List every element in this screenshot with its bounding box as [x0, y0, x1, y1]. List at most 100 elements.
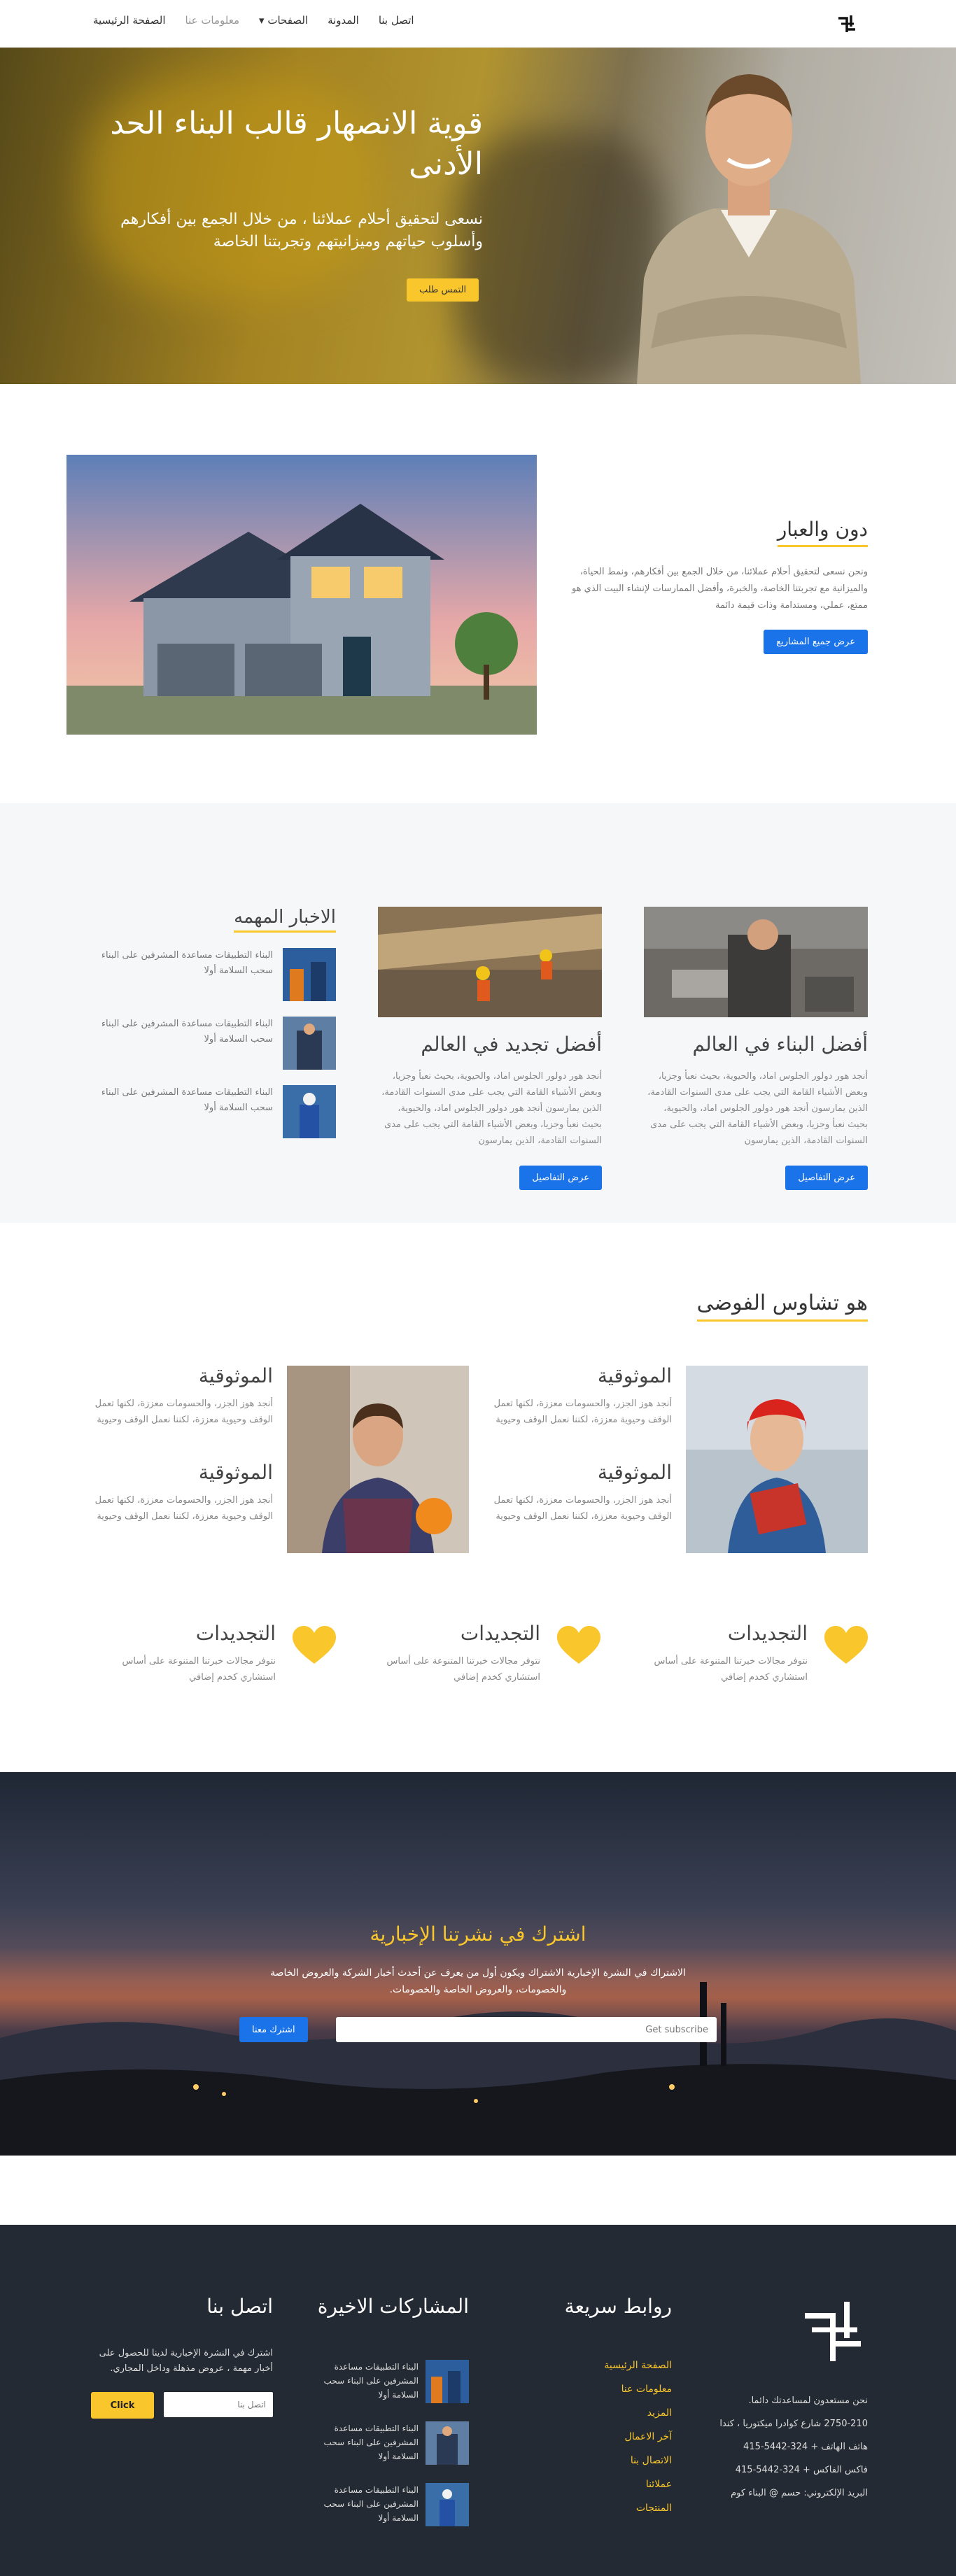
footer-contact-title: اتصل بنا — [206, 2295, 273, 2318]
heart-icon — [824, 1626, 868, 1664]
footer-click-button[interactable]: Click — [91, 2392, 154, 2419]
nav-blog[interactable]: المدونة — [328, 14, 359, 27]
recent-post-thumbnail — [426, 2360, 469, 2403]
quick-link[interactable]: الصفحة الرئيسية — [532, 2360, 672, 2371]
footer-recent-posts: المشاركات الاخيرة البناء التطبيقات مساعد… — [308, 2295, 469, 2526]
news-card-building: أفضل البناء في العالم أنجد هور دولور الج… — [644, 907, 868, 1190]
footer-contact-text: اشترك في النشرة الإخبارية لدينا للحصول ع… — [99, 2348, 273, 2374]
footer-info-line: فاكس الفاكس + 324-5442-415 — [735, 2465, 868, 2475]
landscape-silhouette — [0, 1982, 956, 2156]
recent-post-text: البناء التطبيقات مساعدة المشرفين على الب… — [323, 2485, 419, 2523]
news-card-renovation: أفضل تجديد في العالم أنجد هور دولور الجل… — [378, 907, 602, 1190]
renovation-service-1: التجديدات نتوفر مجالات خبرتنا المتنوعة ع… — [623, 1622, 868, 1685]
news-thumbnail — [283, 1017, 336, 1070]
feature-title: الموثوقية — [597, 1364, 672, 1387]
service-title: التجديدات — [727, 1622, 808, 1645]
quick-link[interactable]: المزيد — [532, 2407, 672, 2419]
footer-about: نحن مستعدون لمساعدتك دائما. 2750-210 شار… — [693, 2295, 868, 2511]
list-item[interactable]: البناء التطبيقات مساعدة المشرفين على الب… — [98, 1017, 336, 1070]
worker-photo — [637, 74, 861, 384]
recent-post[interactable]: البناء التطبيقات مساعدة المشرفين على الب… — [308, 2421, 469, 2465]
nav-pages[interactable]: الصفحات ▾ — [259, 14, 308, 27]
feature-reliability-4: الموثوقية أنجد هوز الجزر، والحسومات معزز… — [91, 1461, 273, 1524]
news-card-image — [378, 907, 602, 1017]
subscribe-button[interactable]: اشترك معنا — [239, 2017, 308, 2042]
footer-contact-input[interactable] — [164, 2392, 273, 2417]
footer-info-line: البريد الإلكتروني: حسم @ البناء كوم — [731, 2488, 868, 2498]
list-item-text: البناء التطبيقات مساعدة المشرفين على الب… — [101, 950, 273, 976]
news-card-title: أفضل تجديد في العالم — [421, 1033, 602, 1056]
engineer-man-photo — [287, 1366, 469, 1553]
service-title: التجديدات — [460, 1622, 540, 1645]
service-title: التجديدات — [195, 1622, 276, 1645]
service-text: نتوفر مجالات خبرتنا المتنوعة على أساس اس… — [654, 1656, 808, 1683]
important-news-title: الاخبار المهمه — [234, 907, 336, 933]
footer-quick-title: روابط سريعة — [564, 2295, 672, 2318]
footer: نحن مستعدون لمساعدتك دائما. 2750-210 شار… — [0, 2225, 956, 2576]
feature-reliability-3: الموثوقية أنجد هوز الجزر، والحسومات معزز… — [91, 1364, 273, 1428]
subscribe-input[interactable] — [336, 2017, 717, 2042]
newsletter-section: اشترك في نشرتنا الإخبارية الاشتراك في ال… — [0, 1772, 956, 2156]
recent-post[interactable]: البناء التطبيقات مساعدة المشرفين على الب… — [308, 2360, 469, 2403]
feature-reliability-2: الموثوقية أنجد هوز الجزر، والحسومات معزز… — [490, 1461, 672, 1524]
renovation-service-2: التجديدات نتوفر مجالات خبرتنا المتنوعة ع… — [356, 1622, 600, 1685]
view-details-button[interactable]: عرض التفاصيل — [519, 1166, 602, 1190]
footer-recent-title: المشاركات الاخيرة — [317, 2295, 469, 2318]
feature-text: أنجد هوز الجزر، والحسومات معززة، لكنها ت… — [94, 1495, 273, 1522]
nav-about[interactable]: معلومات عنا — [185, 14, 240, 27]
view-details-button[interactable]: عرض التفاصيل — [785, 1166, 868, 1190]
view-all-projects-button[interactable]: عرض جميع المشاريع — [764, 630, 868, 654]
hero-request-button[interactable]: التمس طلب — [407, 278, 479, 302]
recent-post-text: البناء التطبيقات مساعدة المشرفين على الب… — [323, 2423, 419, 2461]
quick-links-list: الصفحة الرئيسية معلومات عنا المزيد آخر ا… — [532, 2360, 672, 2514]
service-text: نتوفر مجالات خبرتنا المتنوعة على أساس اس… — [386, 1656, 540, 1683]
hero-banner: قوية الانصهار قالب البناء الحد الأدنى نس… — [0, 48, 956, 384]
news-thumbnail — [283, 1085, 336, 1138]
quick-link[interactable]: المنتجات — [532, 2503, 672, 2514]
news-card-text: أنجد هور دولور الجلوس اماد، والحيوية، بح… — [647, 1071, 868, 1146]
recent-post-text: البناء التطبيقات مساعدة المشرفين على الب… — [323, 2362, 419, 2400]
newsletter-title: اشترك في نشرتنا الإخبارية — [370, 1923, 586, 1946]
quick-link[interactable]: معلومات عنا — [532, 2384, 672, 2395]
footer-info-line: نحن مستعدون لمساعدتك دائما. — [748, 2395, 868, 2406]
footer-contact-info: نحن مستعدون لمساعدتك دائما. 2750-210 شار… — [693, 2395, 868, 2498]
feature-title: الموثوقية — [597, 1461, 672, 1484]
footer-contact-form: Click — [84, 2392, 273, 2419]
quick-link[interactable]: الاتصال بنا — [532, 2455, 672, 2466]
top-navbar: الصفحة الرئيسية معلومات عنا الصفحات ▾ ال… — [0, 0, 956, 48]
nav-pages-label: الصفحات — [267, 14, 309, 27]
feature-title: الموثوقية — [198, 1461, 273, 1484]
nav-contact[interactable]: اتصل بنا — [379, 14, 414, 27]
recent-post[interactable]: البناء التطبيقات مساعدة المشرفين على الب… — [308, 2483, 469, 2526]
intro-text-block: دون والعبار ونحن نسعى لتحقيق أحلام عملائ… — [560, 518, 868, 654]
list-item[interactable]: البناء التطبيقات مساعدة المشرفين على الب… — [98, 948, 336, 1001]
feature-reliability-1: الموثوقية أنجد هوز الجزر، والحسومات معزز… — [490, 1364, 672, 1428]
intro-text: ونحن نسعى لتحقيق أحلام عملائنا، من خلال … — [571, 567, 868, 611]
chevron-down-icon: ▾ — [259, 14, 265, 27]
feature-text: أنجد هوز الجزر، والحسومات معززة، لكنها ت… — [493, 1399, 672, 1425]
intro-title: دون والعبار — [777, 518, 868, 547]
brand-logo-icon[interactable] — [833, 10, 861, 38]
nav-home[interactable]: الصفحة الرئيسية — [93, 14, 166, 27]
house-photo — [66, 455, 537, 735]
feature-text: أنجد هوز الجزر، والحسومات معززة، لكنها ت… — [94, 1399, 273, 1425]
footer-info-line: هاتف الهاتف + 324-5442-415 — [743, 2442, 868, 2452]
engineer-woman-photo — [686, 1366, 868, 1553]
recent-post-thumbnail — [426, 2483, 469, 2526]
hero-title: قوية الانصهار قالب البناء الحد الأدنى — [110, 106, 483, 182]
features-title-block: هو تشاوس الفوضى — [658, 1291, 868, 1322]
newsletter-text: الاشتراك في النشرة الإخبارية الاشتراك وي… — [270, 1967, 686, 1995]
service-text: نتوفر مجالات خبرتنا المتنوعة على أساس اس… — [122, 1656, 276, 1683]
feature-title: الموثوقية — [198, 1364, 273, 1387]
quick-link[interactable]: آخر الاعمال — [532, 2431, 672, 2442]
heart-icon — [557, 1626, 600, 1664]
news-card-image — [644, 907, 868, 1017]
footer-logo-icon[interactable] — [798, 2295, 868, 2365]
list-item[interactable]: البناء التطبيقات مساعدة المشرفين على الب… — [98, 1085, 336, 1138]
hero-subtitle: نسعى لتحقيق أحلام عملائنا ، من خلال الجم… — [120, 211, 483, 250]
features-title: هو تشاوس الفوضى — [696, 1291, 868, 1322]
renovation-service-3: التجديدات نتوفر مجالات خبرتنا المتنوعة ع… — [91, 1622, 336, 1685]
quick-link[interactable]: عملائنا — [532, 2479, 672, 2490]
footer-quick-links: روابط سريعة الصفحة الرئيسية معلومات عنا … — [532, 2295, 672, 2526]
news-thumbnail — [283, 948, 336, 1001]
